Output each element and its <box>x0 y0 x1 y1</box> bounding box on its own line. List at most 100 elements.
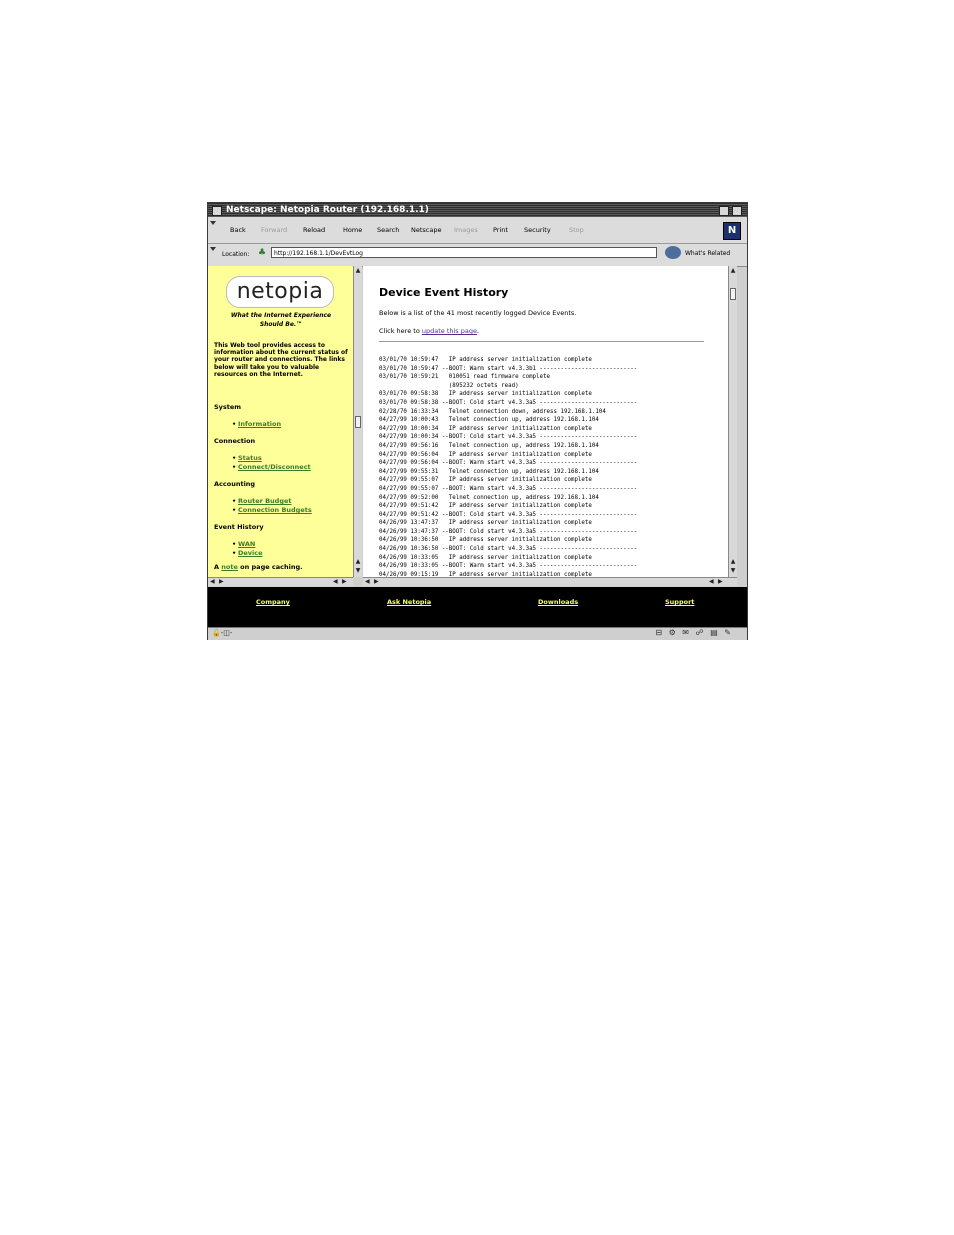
collapse-location-triangle-icon[interactable] <box>210 247 216 251</box>
tagline-line-1: What the Internet Experience <box>230 312 332 319</box>
scroll-thumb[interactable] <box>355 416 361 428</box>
link-status[interactable]: Status <box>238 454 262 462</box>
whats-related-button[interactable]: What's Related <box>685 250 730 257</box>
footer-link-downloads[interactable]: Downloads <box>538 598 578 606</box>
zoom-box[interactable] <box>719 206 729 216</box>
log-line: 04/27/99 09:52:00 Telnet connection up, … <box>379 494 599 501</box>
sidebar-vertical-scrollbar[interactable]: ▲ ▲ ▼ <box>353 266 362 577</box>
sidebar-intro-text: This Web tool provides access to informa… <box>214 342 348 378</box>
update-page-link[interactable]: update this page <box>422 327 477 335</box>
log-line: 04/26/99 10:36:50 --BOOT: Cold start v4.… <box>379 546 638 553</box>
netscape-button[interactable]: Netscape <box>411 226 441 234</box>
tagline-line-2: Should Be.™ <box>259 321 303 328</box>
log-line: 04/27/99 09:55:07 --BOOT: Warm start v4.… <box>379 485 638 492</box>
section-heading-system: System <box>214 403 242 411</box>
scroll-up-arrow-icon[interactable]: ▲ <box>729 267 737 275</box>
log-line: 04/27/99 09:56:04 IP address server init… <box>379 451 592 458</box>
forward-button[interactable]: Forward <box>261 226 287 234</box>
component-bar-icons[interactable]: ⊟ ⚙ ✉ ☍ ▤ ✎ <box>655 628 733 637</box>
security-lock-icon[interactable]: 🔓-◫- <box>212 629 232 637</box>
update-suffix: . <box>477 327 480 335</box>
caching-note: A note on page caching. <box>214 563 303 571</box>
update-line: Click here to update this page. <box>379 327 479 335</box>
collapse-toolbar-triangle-icon[interactable] <box>210 221 216 225</box>
back-button[interactable]: Back <box>230 226 246 234</box>
bullet-icon: • <box>232 454 237 462</box>
search-button[interactable]: Search <box>377 226 399 234</box>
windowshade-box[interactable] <box>732 206 742 216</box>
link-device[interactable]: Device <box>238 549 263 557</box>
scroll-thumb[interactable] <box>730 288 736 300</box>
url-field[interactable]: http://192.168.1.1/DevEvtLog <box>271 247 657 258</box>
netopia-logo: netopia <box>226 276 334 308</box>
log-line: 04/27/99 10:00:43 Telnet connection up, … <box>379 417 599 424</box>
scroll-right-arrow-icon[interactable]: ▶ <box>718 578 723 586</box>
scroll-left-arrow-icon[interactable]: ◀ <box>210 578 215 586</box>
log-line: 04/27/99 10:00:34 --BOOT: Cold start v4.… <box>379 434 638 441</box>
scroll-right-arrow-icon[interactable]: ▶ <box>374 578 379 586</box>
main-content-frame: Device Event History Below is a list of … <box>363 266 728 577</box>
bullet-icon: • <box>232 463 237 471</box>
footer-link-support[interactable]: Support <box>665 598 694 606</box>
link-connection-budgets[interactable]: Connection Budgets <box>238 506 312 514</box>
print-button[interactable]: Print <box>493 226 508 234</box>
note-link[interactable]: note <box>221 563 238 571</box>
home-button[interactable]: Home <box>343 226 362 234</box>
log-line: 04/26/99 10:36:50 IP address server init… <box>379 537 592 544</box>
page-subtitle: Below is a list of the 41 most recently … <box>379 309 577 317</box>
note-suffix: on page caching. <box>237 563 303 571</box>
scroll-down-arrow-icon[interactable]: ▼ <box>354 567 362 575</box>
scroll-left-arrow-icon[interactable]: ◀ <box>365 578 370 586</box>
main-vertical-scrollbar[interactable]: ▲ ▲ ▼ <box>728 266 737 577</box>
close-box[interactable] <box>212 206 222 216</box>
images-button[interactable]: Images <box>454 226 478 234</box>
stop-button[interactable]: Stop <box>569 226 584 234</box>
netscape-logo-icon[interactable]: N <box>723 222 741 240</box>
log-line: 02/28/70 16:33:34 Telnet connection down… <box>379 408 606 415</box>
scroll-down-arrow-icon[interactable]: ▼ <box>729 567 737 575</box>
status-bar: 🔓-◫- ⊟ ⚙ ✉ ☍ ▤ ✎ <box>208 627 747 640</box>
footer-link-company[interactable]: Company <box>256 598 290 606</box>
scroll-left-arrow-icon[interactable]: ◀ <box>709 578 714 586</box>
navigation-toolbar: Back Forward Reload Home Search Netscape… <box>208 217 747 244</box>
event-log: 03/01/70 10:59:47 IP address server init… <box>379 356 728 577</box>
log-line: 04/26/99 10:33:05 IP address server init… <box>379 554 592 561</box>
log-line: 04/27/99 09:56:04 --BOOT: Warm start v4.… <box>379 460 638 467</box>
main-horizontal-scrollbar[interactable]: ◀ ▶ ◀ ▶ <box>363 577 737 586</box>
reload-button[interactable]: Reload <box>303 226 325 234</box>
window-title: Netscape: Netopia Router (192.168.1.1) <box>226 205 429 215</box>
bookmark-page-icon[interactable]: ♣ <box>258 248 266 258</box>
link-information[interactable]: Information <box>238 420 281 428</box>
security-button[interactable]: Security <box>524 226 551 234</box>
log-line: 03/01/70 09:58:38 IP address server init… <box>379 391 592 398</box>
link-connect-disconnect[interactable]: Connect/Disconnect <box>238 463 311 471</box>
link-router-budget[interactable]: Router Budget <box>238 497 292 505</box>
log-line: 04/26/99 10:33:05 --BOOT: Warm start v4.… <box>379 563 638 570</box>
log-line: 04/26/99 13:47:37 --BOOT: Cold start v4.… <box>379 528 638 535</box>
bullet-icon: • <box>232 549 237 557</box>
scroll-left-arrow-icon[interactable]: ◀ <box>333 578 338 586</box>
log-line: (895232 octets read) <box>379 382 519 389</box>
location-label: Location: <box>222 251 250 258</box>
log-line: 04/27/99 09:55:31 Telnet connection up, … <box>379 468 599 475</box>
bullet-icon: • <box>232 420 237 428</box>
scroll-right-arrow-icon[interactable]: ▶ <box>342 578 347 586</box>
log-line: 03/01/70 10:59:47 --BOOT: Warm start v4.… <box>379 365 638 372</box>
scroll-up-arrow-icon[interactable]: ▲ <box>354 267 362 275</box>
scroll-up-arrow-icon[interactable]: ▲ <box>729 558 737 566</box>
log-line: 04/26/99 13:47:37 IP address server init… <box>379 520 592 527</box>
link-wan[interactable]: WAN <box>238 540 255 548</box>
log-line: 04/27/99 09:56:16 Telnet connection up, … <box>379 442 599 449</box>
sidebar-horizontal-scrollbar[interactable]: ◀ ▶ ◀ ▶ <box>208 577 353 586</box>
whats-related-icon[interactable] <box>665 246 681 259</box>
location-bar: Location: ♣ http://192.168.1.1/DevEvtLog… <box>208 244 747 267</box>
bullet-icon: • <box>232 540 237 548</box>
bullet-icon: • <box>232 497 237 505</box>
section-heading-connection: Connection <box>214 437 256 445</box>
footer-link-ask-netopia[interactable]: Ask Netopia <box>387 598 431 606</box>
scroll-right-arrow-icon[interactable]: ▶ <box>219 578 224 586</box>
log-line: 04/27/99 10:00:34 IP address server init… <box>379 425 592 432</box>
log-line: 04/27/99 09:51:42 --BOOT: Cold start v4.… <box>379 511 638 518</box>
scroll-up-arrow-icon[interactable]: ▲ <box>354 558 362 566</box>
title-bar[interactable]: Netscape: Netopia Router (192.168.1.1) <box>208 203 747 217</box>
